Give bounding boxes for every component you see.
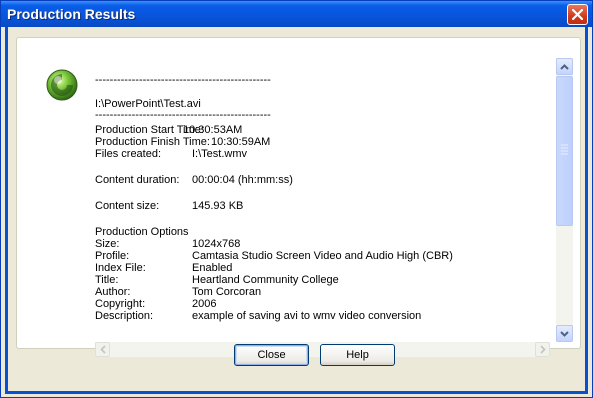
chevron-down-icon	[560, 330, 569, 337]
field-value: 10:30:59AM	[211, 136, 271, 148]
field-value: 145.93 KB	[192, 200, 244, 212]
field-label: Title:	[95, 274, 119, 286]
files-created-row: Files created: I:\Test.wmv	[95, 148, 550, 160]
title-bar[interactable]: Production Results	[1, 1, 592, 27]
field-value: Camtasia Studio Screen Video and Audio H…	[192, 250, 453, 262]
results-panel: ----------------------------------------…	[16, 37, 581, 357]
chevron-left-icon	[99, 345, 106, 354]
grip-icon	[561, 144, 568, 155]
scroll-right-button[interactable]	[535, 342, 550, 357]
field-label: Files created:	[95, 148, 162, 160]
field-label: Content duration:	[95, 174, 180, 186]
field-label: Index File:	[95, 262, 146, 274]
field-value: Heartland Community College	[192, 274, 339, 286]
close-icon	[572, 9, 583, 20]
scroll-left-button[interactable]	[95, 342, 110, 357]
separator-line: ----------------------------------------…	[95, 74, 271, 86]
field-label: Production Finish Time:	[95, 136, 210, 148]
production-finish-row: Production Finish Time: 10:30:59AM	[95, 136, 550, 148]
option-row: Profile: Camtasia Studio Screen Video an…	[95, 250, 550, 262]
scroll-down-button[interactable]	[556, 325, 573, 342]
production-results-dialog: Production Results ---------------------…	[0, 0, 593, 398]
option-row: Size: 1024x768	[95, 238, 550, 250]
help-button[interactable]: Help	[320, 344, 395, 366]
field-value: I:\Test.wmv	[192, 148, 248, 160]
option-row: Copyright: 2006	[95, 298, 550, 310]
vertical-scrollbar[interactable]	[556, 58, 573, 342]
field-value: example of saving avi to wmv video conve…	[192, 310, 422, 322]
content-size-row: Content size: 145.93 KB	[95, 200, 550, 212]
production-start-row: Production Start Time: 10:30:53AM	[95, 124, 550, 136]
window-title: Production Results	[7, 6, 136, 22]
scroll-up-button[interactable]	[556, 58, 573, 75]
field-label: Description:	[95, 310, 154, 322]
dialog-body: ----------------------------------------…	[5, 27, 588, 394]
option-row: Author: Tom Corcoran	[95, 286, 550, 298]
field-label: Profile:	[95, 250, 130, 262]
scroll-thumb[interactable]	[556, 76, 573, 226]
option-row: Description: example of saving avi to wm…	[95, 310, 550, 322]
chevron-right-icon	[539, 345, 546, 354]
option-row: Title: Heartland Community College	[95, 274, 550, 286]
window-close-button[interactable]	[567, 4, 588, 25]
camtasia-orb-icon	[46, 69, 78, 101]
option-row: Index File: Enabled	[95, 262, 550, 274]
field-label: Copyright:	[95, 298, 146, 310]
field-label: Size:	[95, 238, 120, 250]
field-value: 10:30:53AM	[183, 124, 243, 136]
separator-line: ----------------------------------------…	[95, 109, 271, 121]
field-label: Content size:	[95, 200, 160, 212]
field-value: 2006	[192, 298, 217, 310]
chevron-up-icon	[560, 63, 569, 70]
production-options-heading: Production Options	[95, 226, 189, 238]
field-value: 1024x768	[192, 238, 241, 250]
close-button[interactable]: Close	[234, 344, 309, 366]
field-label: Author:	[95, 286, 131, 298]
field-value: 00:00:04 (hh:mm:ss)	[192, 174, 293, 186]
results-text: ----------------------------------------…	[95, 74, 550, 336]
field-value: Enabled	[192, 262, 233, 274]
content-duration-row: Content duration: 00:00:04 (hh:mm:ss)	[95, 174, 550, 186]
field-label: Production Start Time:	[95, 124, 204, 136]
field-value: Tom Corcoran	[192, 286, 262, 298]
